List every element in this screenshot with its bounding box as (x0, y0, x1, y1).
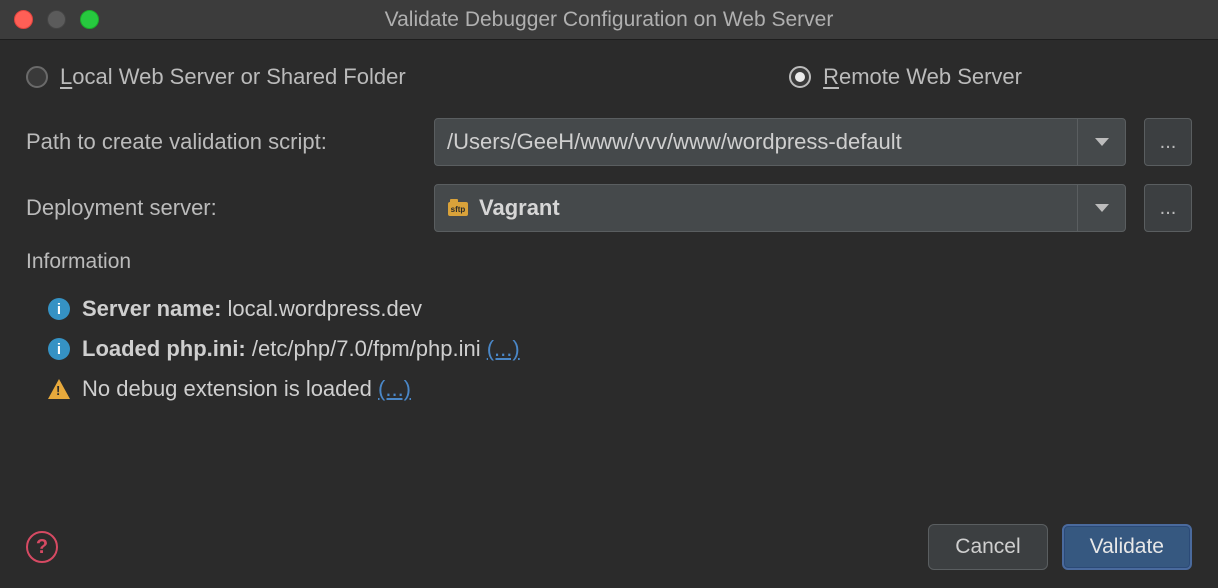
cancel-button[interactable]: Cancel (928, 524, 1047, 570)
deployment-browse-button[interactable]: ... (1144, 184, 1192, 232)
remote-web-server-radio[interactable]: Remote Web Server (789, 64, 1022, 90)
help-button[interactable]: ? (26, 531, 58, 563)
minimize-window-button[interactable] (47, 10, 66, 29)
php-ini-more-link[interactable]: (...) (487, 336, 520, 361)
no-debug-more-link[interactable]: (...) (378, 376, 411, 401)
close-window-button[interactable] (14, 10, 33, 29)
information-section: Information i Server name: local.wordpre… (26, 250, 1192, 402)
path-value: /Users/GeeH/www/vvv/www/wordpress-defaul… (447, 129, 1067, 155)
path-label: Path to create validation script: (26, 129, 416, 155)
footer-buttons: Cancel Validate (928, 524, 1192, 570)
dialog-content: Local Web Server or Shared Folder Remote… (0, 40, 1218, 402)
path-combobox[interactable]: /Users/GeeH/www/vvv/www/wordpress-defaul… (434, 118, 1126, 166)
no-debug-text: No debug extension is loaded (...) (82, 376, 411, 402)
server-name-text: Server name: local.wordpress.dev (82, 296, 422, 322)
deployment-dropdown-button[interactable] (1077, 184, 1125, 232)
path-browse-button[interactable]: ... (1144, 118, 1192, 166)
php-ini-text: Loaded php.ini: /etc/php/7.0/fpm/php.ini… (82, 336, 520, 362)
deployment-value: Vagrant (479, 195, 1067, 221)
php-ini-line: i Loaded php.ini: /etc/php/7.0/fpm/php.i… (48, 336, 1192, 362)
info-icon: i (48, 338, 70, 360)
warning-icon (48, 379, 70, 399)
server-type-radio-group: Local Web Server or Shared Folder Remote… (26, 64, 1192, 90)
path-row: Path to create validation script: /Users… (26, 118, 1192, 166)
radio-icon (789, 66, 811, 88)
sftp-icon: sftp (447, 197, 469, 219)
deployment-label: Deployment server: (26, 195, 416, 221)
zoom-window-button[interactable] (80, 10, 99, 29)
radio-label: Local Web Server or Shared Folder (60, 64, 406, 90)
information-header: Information (26, 250, 1192, 274)
local-web-server-radio[interactable]: Local Web Server or Shared Folder (26, 64, 406, 90)
info-icon: i (48, 298, 70, 320)
dialog-footer: ? Cancel Validate (26, 524, 1192, 570)
path-dropdown-button[interactable] (1077, 118, 1125, 166)
radio-icon (26, 66, 48, 88)
validate-button[interactable]: Validate (1062, 524, 1192, 570)
chevron-down-icon (1095, 138, 1109, 146)
svg-text:sftp: sftp (451, 205, 466, 214)
deployment-row: Deployment server: sftp Vagrant ... (26, 184, 1192, 232)
window-controls (14, 10, 99, 29)
deployment-combobox[interactable]: sftp Vagrant (434, 184, 1126, 232)
radio-label: Remote Web Server (823, 64, 1022, 90)
server-name-line: i Server name: local.wordpress.dev (48, 296, 1192, 322)
no-debug-line: No debug extension is loaded (...) (48, 376, 1192, 402)
chevron-down-icon (1095, 204, 1109, 212)
window-title: Validate Debugger Configuration on Web S… (385, 8, 834, 32)
titlebar: Validate Debugger Configuration on Web S… (0, 0, 1218, 40)
